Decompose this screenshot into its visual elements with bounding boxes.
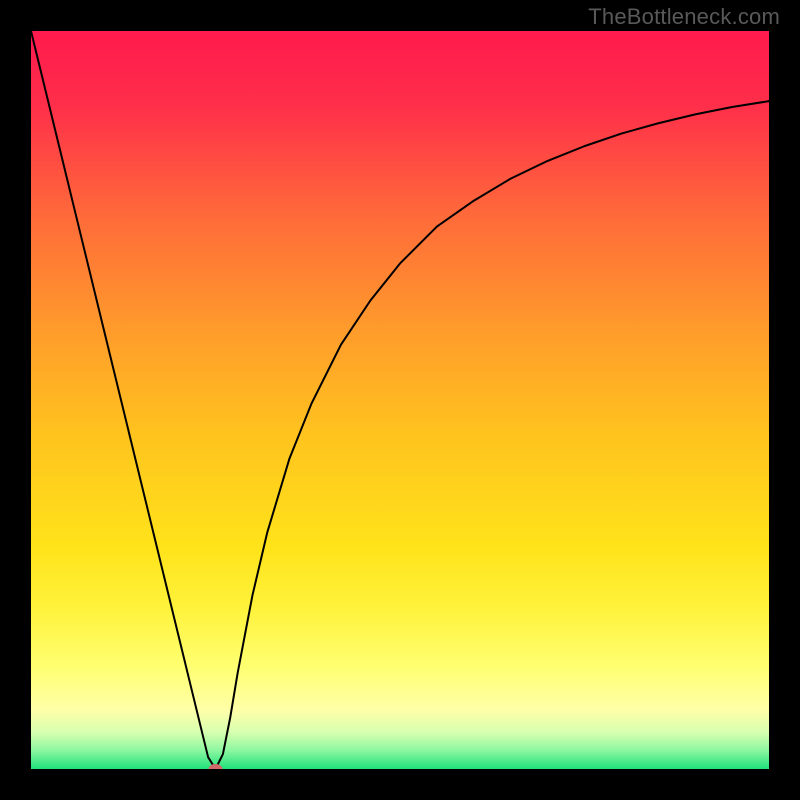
attribution-text: TheBottleneck.com: [588, 4, 780, 30]
gradient-background: [31, 31, 769, 769]
chart-frame: TheBottleneck.com: [0, 0, 800, 800]
plot-area: [31, 31, 769, 769]
bottleneck-chart: [31, 31, 769, 769]
